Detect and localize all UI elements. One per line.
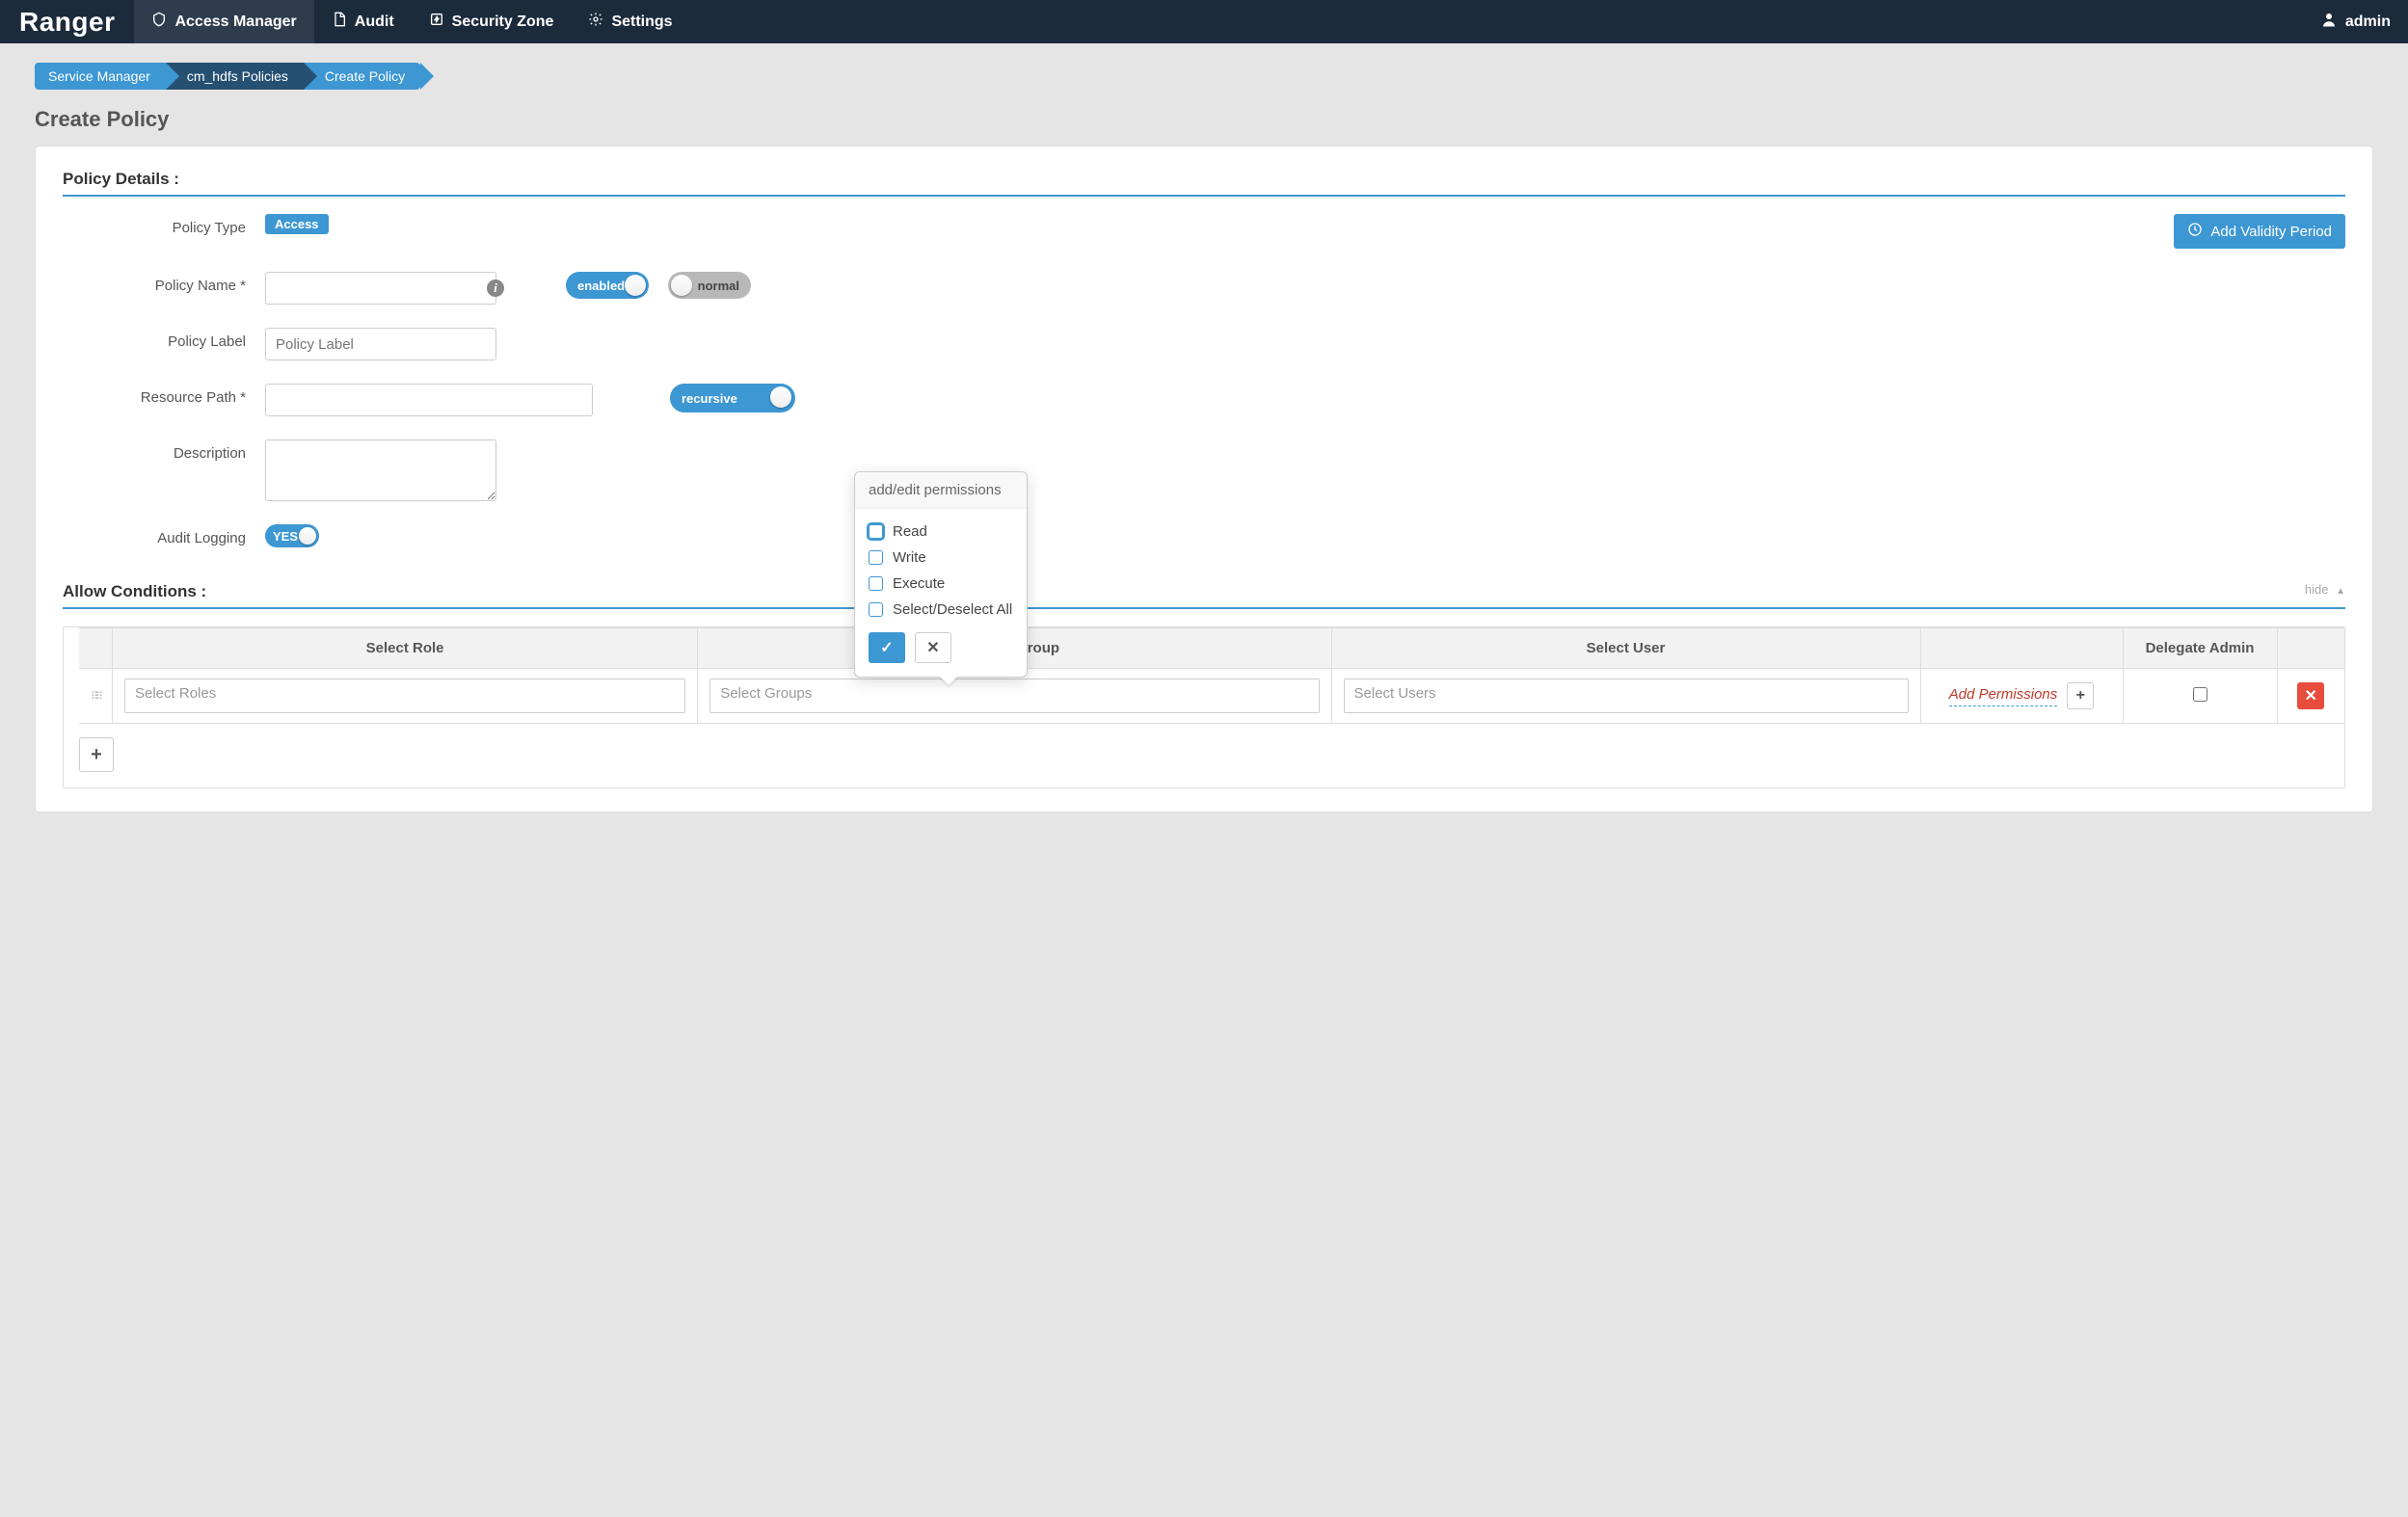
label-policy-name: Policy Name * [63, 272, 246, 294]
toggle-enabled[interactable]: enabled [566, 272, 649, 299]
label-policy-label: Policy Label [63, 328, 246, 350]
toggle-recursive[interactable]: recursive [670, 384, 795, 413]
nav-settings[interactable]: Settings [571, 0, 689, 43]
popover-confirm-button[interactable]: ✓ [869, 632, 905, 663]
hide-label: hide [2305, 582, 2329, 597]
clock-icon [2187, 222, 2203, 241]
nav-settings-label: Settings [611, 13, 672, 31]
select-roles-input[interactable]: Select Roles [124, 679, 685, 713]
perm-execute[interactable]: Execute [869, 571, 1013, 597]
shield-icon [151, 12, 167, 32]
page-title: Create Policy [35, 107, 2373, 132]
crumb-policies[interactable]: cm_hdfs Policies [166, 63, 304, 90]
brand-logo[interactable]: Ranger [0, 0, 134, 43]
toggle-audit-logging[interactable]: YES [265, 524, 319, 547]
drag-handle-icon[interactable]: ⠿⠿ [91, 690, 100, 703]
delegate-admin-checkbox[interactable] [2193, 687, 2207, 702]
toggle-audit-label: YES [273, 529, 298, 544]
content-area: Service Manager cm_hdfs Policies Create … [0, 43, 2408, 851]
nav-access-manager[interactable]: Access Manager [134, 0, 313, 43]
add-permission-button[interactable]: + [2067, 682, 2094, 709]
nav-security-zone-label: Security Zone [452, 13, 554, 31]
perm-execute-label: Execute [893, 575, 945, 592]
condition-row: ⠿⠿ Select Roles Select Groups Select Use… [79, 669, 2344, 724]
crumb-create-policy[interactable]: Create Policy [304, 63, 420, 90]
toggle-normal-label: normal [698, 279, 739, 293]
popover-title: add/edit permissions [855, 472, 1027, 509]
select-users-input[interactable]: Select Users [1344, 679, 1909, 713]
perm-select-all-label: Select/Deselect All [893, 601, 1012, 618]
panel: Policy Details : Policy Type Access Add … [35, 146, 2373, 812]
toggle-knob [770, 386, 791, 408]
navbar: Ranger Access Manager Audit Security Zon… [0, 0, 2408, 43]
popover-cancel-button[interactable]: ✕ [915, 632, 951, 663]
col-select-user: Select User [1331, 628, 1920, 669]
policy-name-input[interactable] [265, 272, 496, 305]
section-allow-conditions-label: Allow Conditions : [63, 582, 206, 600]
toggle-knob [671, 275, 692, 296]
crumb-service-manager[interactable]: Service Manager [35, 63, 166, 90]
nav-security-zone[interactable]: Security Zone [412, 0, 572, 43]
badge-policy-type: Access [265, 214, 329, 234]
caret-up-icon: ▲ [2336, 586, 2345, 597]
section-allow-conditions: Allow Conditions : hide ▲ [63, 582, 2345, 609]
section-policy-details: Policy Details : [63, 170, 2345, 197]
add-validity-period-label: Add Validity Period [2210, 224, 2332, 240]
nav-access-manager-label: Access Manager [174, 13, 296, 31]
nav-audit[interactable]: Audit [314, 0, 412, 43]
col-select-role: Select Role [113, 628, 698, 669]
label-resource-path: Resource Path * [63, 384, 246, 406]
permissions-popover: add/edit permissions Read Write Execute [854, 471, 1028, 678]
user-icon [2320, 11, 2338, 33]
add-validity-period-button[interactable]: Add Validity Period [2174, 214, 2345, 249]
add-condition-row-button[interactable]: + [79, 737, 114, 772]
col-delegate-admin: Delegate Admin [2123, 628, 2277, 669]
resource-path-input[interactable] [265, 384, 593, 416]
nav-user[interactable]: admin [2303, 0, 2408, 43]
perm-write-label: Write [893, 549, 926, 566]
perm-read-checkbox[interactable] [869, 524, 883, 539]
perm-select-all-checkbox[interactable] [869, 602, 883, 617]
popover-arrow-icon [940, 677, 957, 685]
hide-link[interactable]: hide ▲ [2305, 582, 2345, 597]
add-permissions-link[interactable]: Add Permissions [1949, 686, 2058, 706]
perm-execute-checkbox[interactable] [869, 576, 883, 591]
description-textarea[interactable] [265, 439, 496, 501]
label-description: Description [63, 439, 246, 462]
perm-read-label: Read [893, 523, 927, 540]
perm-select-all[interactable]: Select/Deselect All [869, 597, 1013, 623]
document-icon [332, 12, 347, 32]
breadcrumb: Service Manager cm_hdfs Policies Create … [35, 63, 2373, 90]
gear-icon [588, 12, 603, 32]
nav-audit-label: Audit [355, 13, 394, 31]
toggle-enabled-label: enabled [577, 279, 625, 293]
label-policy-type: Policy Type [63, 214, 246, 236]
select-groups-input[interactable]: Select Groups [709, 679, 1319, 713]
toggle-knob [299, 527, 316, 545]
perm-read[interactable]: Read [869, 519, 1013, 545]
perm-write-checkbox[interactable] [869, 550, 883, 565]
info-icon[interactable]: i [487, 279, 504, 297]
policy-label-input[interactable] [265, 328, 496, 360]
conditions-table: Select Role Select Group Select User Del… [79, 627, 2344, 724]
toggle-normal[interactable]: normal [668, 272, 751, 299]
nav-user-label: admin [2345, 13, 2391, 31]
toggle-knob [625, 275, 646, 296]
allow-conditions-panel: Select Role Select Group Select User Del… [63, 626, 2345, 788]
label-audit-logging: Audit Logging [63, 524, 246, 546]
bolt-icon [429, 12, 444, 32]
remove-row-button[interactable]: ✕ [2297, 682, 2324, 709]
perm-write[interactable]: Write [869, 545, 1013, 571]
toggle-recursive-label: recursive [682, 391, 737, 406]
